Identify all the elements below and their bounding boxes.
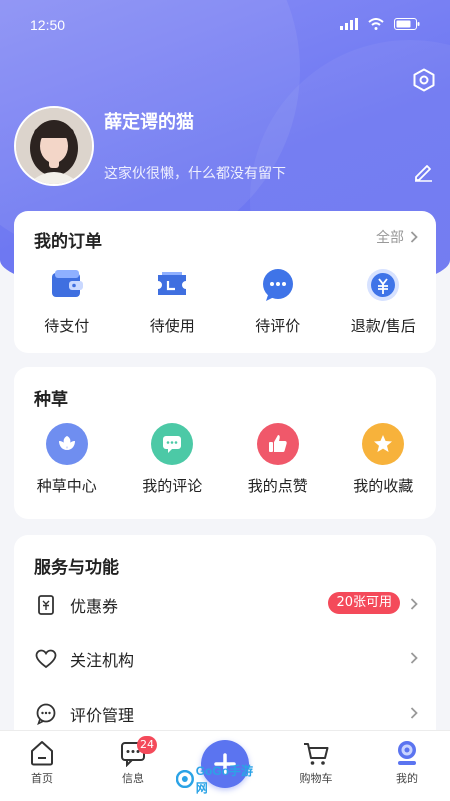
avatar-image [16,108,92,184]
home-icon [31,741,53,766]
status-bar: 12:50 [0,0,450,52]
refund-yen-icon [363,265,403,305]
user-bio: 这家伙很懒，什么都没有留下 [104,166,286,182]
tab-label: 我的 [396,772,418,785]
orders-card: 我的订单 全部 待支付 待使用 待评价 退款/售后 [14,211,436,353]
tab-cart[interactable]: 购物车 [281,739,351,786]
watermark-logo [176,770,194,788]
orders-title: 我的订单 [34,232,102,252]
chevron-right-icon [410,231,418,243]
grass-label: 我的收藏 [353,477,414,495]
order-label: 退款/售后 [350,317,416,335]
tab-label: 购物车 [299,772,333,785]
ticket-icon [152,265,192,305]
service-row-coupons[interactable]: 优惠券 20张可用 [14,578,436,632]
grass-my-favorites[interactable]: 我的收藏 [331,423,437,496]
heart-icon [34,647,58,671]
order-to-review[interactable]: 待评价 [225,265,331,336]
username: 薛定谔的猫 [104,112,194,133]
watermark-text: GoGo手游网 [195,764,254,795]
service-row-followed[interactable]: 关注机构 [14,632,436,686]
order-label: 待支付 [44,317,90,335]
comment-icon [151,423,194,465]
tab-label: 首页 [31,772,53,785]
avatar[interactable] [14,106,94,186]
grass-label: 种草中心 [36,477,97,495]
status-icons [340,18,420,30]
order-to-use[interactable]: 待使用 [120,265,226,336]
tab-profile[interactable]: 我的 [372,739,442,786]
grass-label: 我的点赞 [247,477,308,495]
grass-card: 种草 种草中心 我的评论 我的点赞 我的收藏 [14,367,436,519]
order-label: 待评价 [255,317,301,335]
edit-icon[interactable] [412,160,434,182]
service-label: 优惠券 [70,597,119,616]
tab-label: 信息 [122,772,144,785]
services-title: 服务与功能 [34,558,119,578]
settings-icon[interactable] [412,68,436,92]
coupon-count-badge: 20张可用 [328,592,400,614]
thumbs-up-icon [256,423,299,465]
tab-home[interactable]: 首页 [7,739,77,786]
star-icon [362,423,405,465]
profile-icon [398,741,416,765]
order-label: 待使用 [149,317,195,335]
order-refund[interactable]: 退款/售后 [331,265,437,336]
orders-view-all[interactable]: 全部 [376,227,418,247]
comment-outline-icon [34,702,58,726]
chevron-right-icon [410,652,418,664]
status-time: 12:50 [30,17,66,33]
service-label: 关注机构 [70,651,135,670]
message-count-badge: 24 [137,736,157,754]
services-card: 服务与功能 优惠券 20张可用 关注机构 评价管理 [14,535,436,745]
signal-icon [340,18,358,30]
tab-messages[interactable]: 信息 [98,739,168,786]
grass-title: 种草 [34,390,68,410]
view-all-label: 全部 [376,230,404,246]
chevron-right-icon [410,707,418,719]
flower-icon [45,423,88,465]
chevron-right-icon [410,598,418,610]
grass-my-comments[interactable]: 我的评论 [120,423,226,496]
wifi-icon [368,18,384,30]
cart-icon [304,743,329,765]
service-label: 评价管理 [70,706,135,725]
coupon-icon [34,593,58,617]
battery-icon [394,18,420,30]
grass-center[interactable]: 种草中心 [14,423,120,496]
order-pending-payment[interactable]: 待支付 [14,265,120,336]
chat-bubble-icon [258,265,298,305]
wallet-icon [47,265,87,305]
grass-label: 我的评论 [142,477,203,495]
watermark: GoGo手游网 [176,764,264,795]
grass-my-likes[interactable]: 我的点赞 [225,423,331,496]
